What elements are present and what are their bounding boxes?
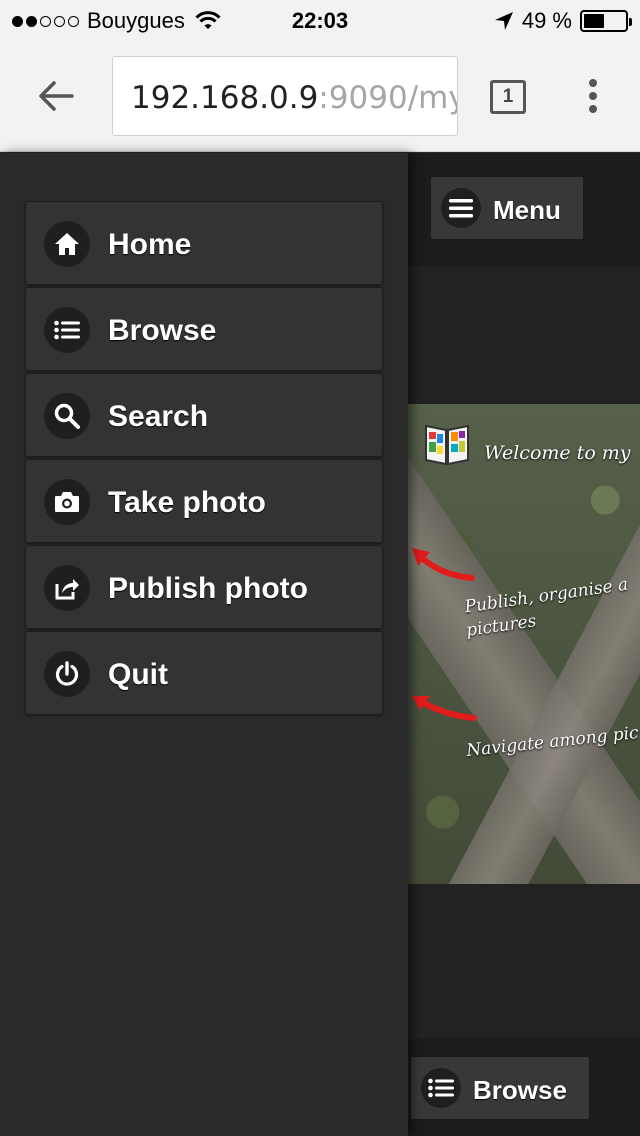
hamburger-icon — [441, 188, 481, 228]
panel-item-label: Search — [108, 400, 209, 433]
panel-item-label: Quit — [108, 658, 168, 691]
battery-fill — [584, 14, 604, 28]
battery-icon — [580, 10, 632, 32]
panel-item-quit[interactable]: Quit — [25, 631, 383, 715]
page-header: Menu — [408, 153, 640, 266]
menu-button-label: Menu — [493, 195, 561, 225]
panel-item-home[interactable]: Home — [25, 201, 383, 285]
status-bar: Bouygues 22:03 49 % — [0, 0, 640, 40]
share-icon — [44, 565, 90, 611]
tab-switcher-button[interactable]: 1 — [490, 80, 526, 114]
side-panel: Home Browse Search Take photo Publish ph… — [0, 153, 408, 1136]
panel-item-take-photo[interactable]: Take photo — [25, 459, 383, 543]
location-arrow-icon — [494, 12, 513, 30]
panel-item-publish-photo[interactable]: Publish photo — [25, 545, 383, 629]
welcome-text: Welcome to my — [484, 442, 631, 464]
url-text: 192.168.0.9:9090/myp — [131, 80, 457, 116]
url-path: :9090/myp — [318, 80, 457, 116]
list-icon — [421, 1068, 461, 1108]
list-icon — [44, 307, 90, 353]
more-options-icon[interactable] — [586, 78, 600, 114]
home-icon — [44, 221, 90, 267]
url-host: 192.168.0.9 — [131, 80, 319, 116]
browse-button-label: Browse — [473, 1075, 567, 1105]
panel-item-search[interactable]: Search — [25, 373, 383, 457]
welcome-banner: Welcome to my Publish, organise a pictur… — [408, 404, 640, 884]
panel-item-label: Publish photo — [108, 572, 308, 605]
battery-percent: 49 % — [521, 8, 572, 33]
red-arrow-icon — [412, 548, 475, 581]
panel-menu-list: Home Browse Search Take photo Publish ph… — [25, 201, 383, 717]
panel-item-label: Browse — [108, 314, 217, 347]
browser-toolbar: 192.168.0.9:9090/myp 1 — [0, 40, 640, 152]
panel-item-browse[interactable]: Browse — [25, 287, 383, 371]
photo-album-logo-icon — [425, 424, 469, 466]
main-page: Menu Welcome to my Publish, organise a p… — [408, 153, 640, 1136]
red-arrow-icon — [412, 696, 477, 721]
panel-item-label: Home — [108, 228, 192, 261]
power-icon — [44, 651, 90, 697]
panel-item-label: Take photo — [108, 486, 266, 519]
menu-button[interactable]: Menu — [430, 176, 584, 240]
status-right: 49 % — [494, 8, 632, 34]
page-footer: Browse — [408, 1039, 640, 1136]
search-icon — [44, 393, 90, 439]
browse-button[interactable]: Browse — [410, 1056, 590, 1120]
camera-icon — [44, 479, 90, 525]
back-arrow-icon[interactable] — [36, 76, 76, 116]
url-bar[interactable]: 192.168.0.9:9090/myp — [112, 56, 458, 136]
